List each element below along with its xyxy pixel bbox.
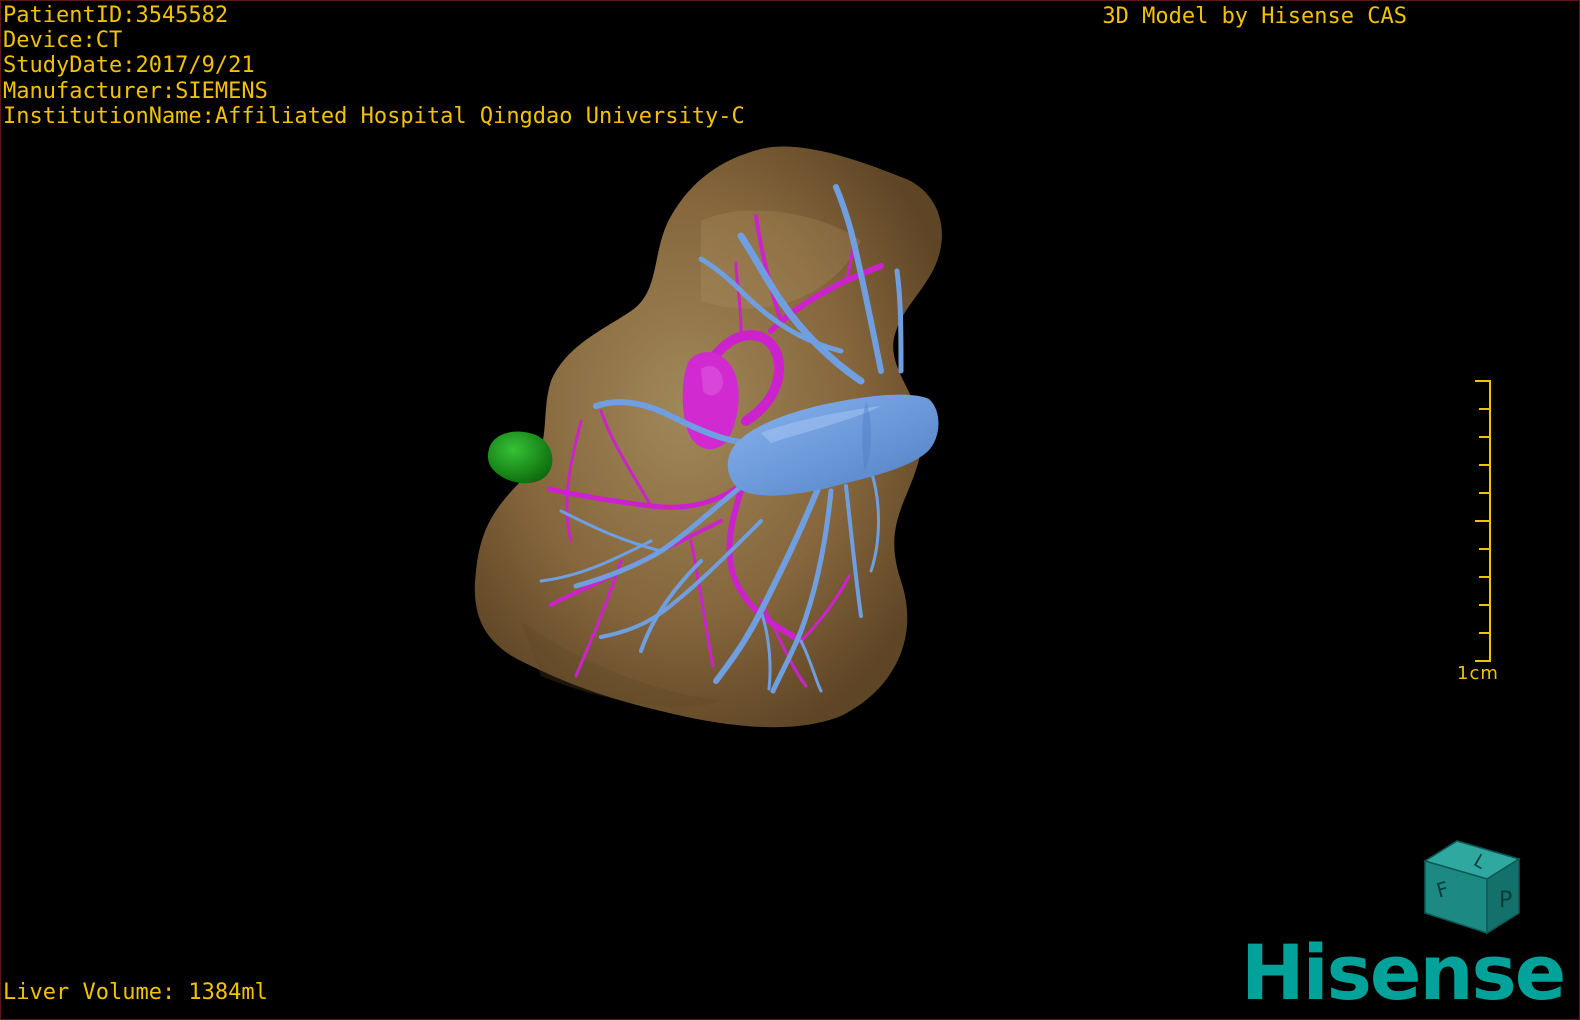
cube-face-front-label: P [1499,888,1512,913]
3d-viewport[interactable]: PatientID:3545582 Device:CT StudyDate:20… [0,0,1580,1020]
liver-volume-text: Liver Volume: 1384ml [3,980,268,1005]
orientation-cube[interactable]: P F L [1,1,1579,1019]
hisense-logo: Hisense [1241,928,1566,1017]
